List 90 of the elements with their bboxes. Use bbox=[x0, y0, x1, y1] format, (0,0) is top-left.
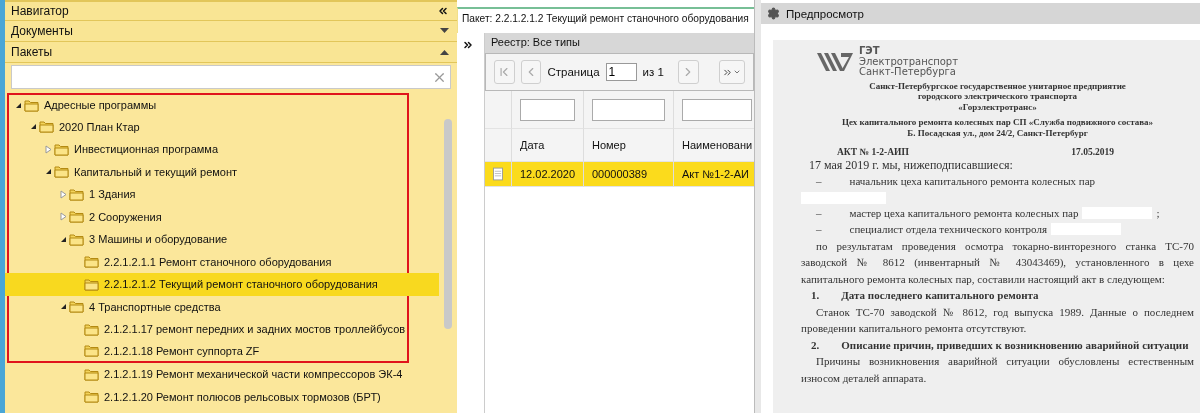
tree-item[interactable]: 2.1.2.1.19 Ремонт механической части компрессоров ЭК-4 bbox=[5, 363, 439, 386]
folder-icon bbox=[84, 367, 99, 381]
dash-mark: – bbox=[816, 205, 822, 221]
tree-item[interactable]: Инвестиционная программа bbox=[5, 138, 439, 161]
caret-icon bbox=[733, 68, 742, 76]
tree-item[interactable]: 2.1.2.1.20 Ремонт полюсов рельсовых тормозов (БРТ) bbox=[5, 385, 439, 408]
tree-item[interactable]: Капитальный и текущий ремонт bbox=[5, 160, 439, 183]
tree-item[interactable]: 3 Машины и оборудование bbox=[5, 228, 439, 251]
logo-text: Электротранспорт bbox=[859, 56, 959, 67]
document-subheading: Б. Посадская ул., дом 24/2, Санкт-Петербург bbox=[906, 127, 1089, 138]
punctuation: ; bbox=[1156, 205, 1160, 221]
navigator-header[interactable]: Навигатор bbox=[5, 0, 457, 21]
search-field[interactable] bbox=[11, 65, 451, 89]
folder-icon bbox=[24, 98, 39, 112]
column-header[interactable]: Наименовани bbox=[674, 129, 754, 162]
table-cell: Акт №1-2-АИ bbox=[674, 162, 754, 187]
settings-icon[interactable] bbox=[767, 7, 780, 20]
document-icon bbox=[493, 167, 503, 181]
caret-up-icon bbox=[440, 49, 449, 55]
collapsed-triangle-icon[interactable] bbox=[60, 212, 67, 222]
document-text: Станок ТС-70 заводской № 8612, год выпуска 1989. Данные о последнем проведении капитального ремонта отсутствуют. bbox=[801, 304, 1194, 336]
logo-text: ГЭТ bbox=[859, 46, 881, 57]
tree-item[interactable]: 2.2.1.2.1.1 Ремонт станочного оборудования bbox=[5, 250, 439, 273]
expanded-triangle-icon[interactable] bbox=[15, 101, 22, 109]
folder-icon bbox=[84, 344, 99, 358]
next-page-button[interactable] bbox=[677, 60, 699, 84]
corner-cell bbox=[485, 129, 512, 162]
page-count: из 1 bbox=[642, 66, 664, 78]
collapse-icon[interactable] bbox=[437, 5, 449, 17]
folder-icon bbox=[84, 322, 99, 336]
expanded-triangle-icon[interactable] bbox=[45, 168, 52, 176]
document-heading: Санкт-Петербургское государственное унитарное предприятие bbox=[868, 80, 1127, 91]
table-cell: 12.02.2020 bbox=[512, 162, 584, 187]
tree-item[interactable]: 4 Транспортные средства bbox=[5, 295, 439, 318]
filter-field[interactable] bbox=[520, 98, 575, 121]
collapsed-triangle-icon[interactable] bbox=[60, 189, 67, 199]
document-heading: «Горэлектротранс» bbox=[957, 101, 1038, 112]
dash-mark: – bbox=[816, 222, 822, 237]
document-text: Причины возникновения аварийной ситуации обусловлены естественным износом деталей аппарата. bbox=[801, 354, 1194, 386]
page-input[interactable]: 1 bbox=[605, 63, 637, 81]
registry-header: Реестр: Все типы bbox=[485, 33, 754, 53]
document-subheading: Цех капитального ремонта колесных пар СП «Служба подвижного состава» bbox=[840, 117, 1155, 128]
expand-icon[interactable] bbox=[462, 39, 474, 51]
tree-item[interactable]: 2.1.2.1.18 Ремонт суппорта ZF bbox=[5, 340, 439, 361]
preview-title: Предпросмотр bbox=[786, 7, 864, 20]
folder-icon bbox=[69, 187, 84, 201]
column-header[interactable]: Дата bbox=[512, 129, 584, 162]
more-button[interactable] bbox=[718, 60, 745, 84]
act-number: АКТ № 1-2-АИП bbox=[837, 147, 909, 157]
column-header[interactable]: Номер bbox=[584, 129, 674, 162]
logo-text: Санкт-Петербурга bbox=[859, 67, 956, 78]
document-heading: городского электрического транспорта bbox=[916, 91, 1079, 102]
document-text: по результатам проведения осмотра токарно-винторезного станка ТС-70 заводской № 8612 (инвентарный № 43043469), установленного в цехе капитального ремонта колесных пар, составили настоящий акт в следующем: bbox=[801, 238, 1194, 287]
document-section-heading: 2. Описание причин, приведших к возникновению аварийной ситуации bbox=[810, 337, 1190, 353]
tree-item[interactable]: 2.1.2.1.17 ремонт передних и задних мостов троллейбусов bbox=[5, 318, 439, 341]
document-text: 17 мая 2019 г. мы, нижеподписавшиеся: bbox=[808, 157, 1014, 173]
expanded-triangle-icon[interactable] bbox=[30, 123, 37, 131]
caret-down-icon bbox=[440, 28, 449, 34]
document-section-heading: 1. Дата последнего капитального ремонта bbox=[810, 288, 1040, 303]
first-page-button[interactable] bbox=[494, 60, 515, 84]
folder-icon bbox=[84, 277, 99, 291]
document-text: мастер цеха капитального ремонта колесных пар bbox=[849, 205, 1079, 221]
filter-field[interactable] bbox=[592, 98, 665, 121]
tree-item[interactable]: 2 Сооружения bbox=[5, 205, 439, 228]
folder-icon bbox=[54, 165, 69, 179]
document-text: специалист отдела технического контроля bbox=[849, 222, 1048, 237]
filter-field[interactable] bbox=[682, 98, 753, 121]
folder-icon bbox=[54, 142, 69, 156]
table-row-marker[interactable] bbox=[485, 162, 512, 187]
document-text: начальник цеха капитального ремонта колесных пар bbox=[849, 174, 1096, 189]
previous-page-button[interactable] bbox=[520, 60, 542, 84]
tree-item[interactable]: 2.2.1.2.1.2 Текущий ремонт станочного оборудования bbox=[5, 273, 439, 296]
tree-item[interactable]: 1 Здания bbox=[5, 183, 439, 206]
tree-item[interactable]: Адресные программы bbox=[5, 95, 439, 116]
page-label: Страница bbox=[547, 66, 600, 78]
dash-mark: – bbox=[816, 174, 822, 189]
tree-item[interactable]: 2020 План Ктар bbox=[5, 115, 439, 138]
expanded-triangle-icon[interactable] bbox=[60, 235, 67, 243]
expanded-triangle-icon[interactable] bbox=[60, 303, 67, 311]
folder-icon bbox=[84, 390, 99, 404]
folder-icon bbox=[39, 120, 54, 134]
section-header[interactable]: Пакеты bbox=[5, 42, 457, 63]
act-date: 17.05.2019 bbox=[1071, 147, 1114, 157]
folder-icon bbox=[69, 232, 84, 246]
collapsed-triangle-icon[interactable] bbox=[45, 144, 52, 154]
section-header[interactable]: Документы bbox=[5, 21, 457, 42]
folder-icon bbox=[84, 255, 99, 269]
folder-icon bbox=[69, 210, 84, 224]
table-cell: 000000389 bbox=[584, 162, 674, 187]
folder-icon bbox=[69, 300, 84, 314]
